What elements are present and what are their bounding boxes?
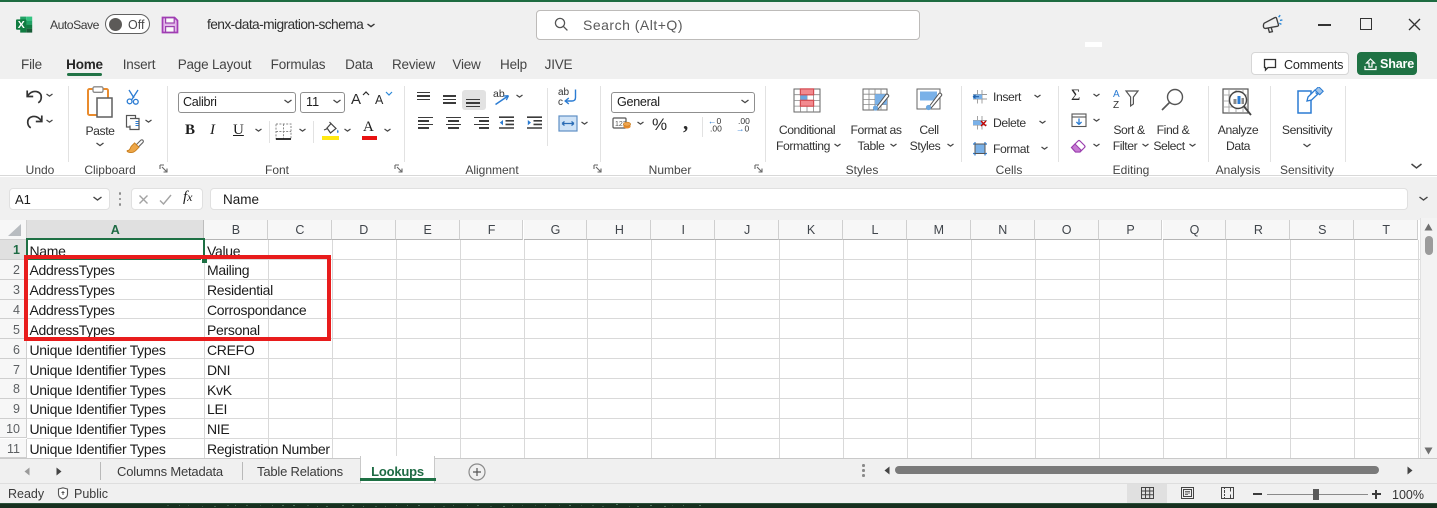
svg-text:A: A — [1113, 89, 1120, 100]
svg-text:c: c — [558, 97, 563, 106]
svg-text:Z: Z — [1113, 100, 1119, 111]
svg-text:X: X — [18, 19, 25, 31]
svg-text:ab: ab — [493, 88, 505, 100]
svg-text:.00: .00 — [710, 124, 722, 133]
svg-text:→0: →0 — [736, 124, 750, 133]
